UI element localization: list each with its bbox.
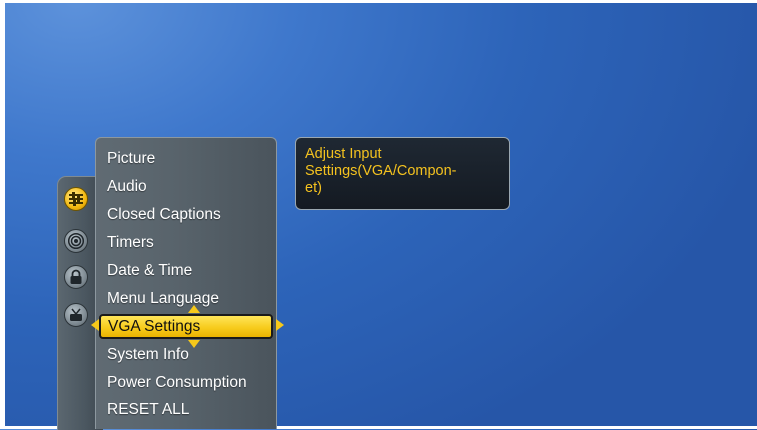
settings-menu-panel: Picture Audio Closed Captions Timers Dat… [95,137,277,429]
arrow-down-icon [188,340,200,348]
help-info-box: Adjust Input Settings(VGA/Compon- et) [295,137,510,210]
help-info-text: Adjust Input Settings(VGA/Compon- et) [305,146,457,196]
screen-border-left [0,0,5,429]
audio-sliders-icon[interactable] [64,187,88,211]
menu-item-date-time[interactable]: Date & Time [107,261,192,281]
menu-item-power-consumption[interactable]: Power Consumption [107,373,247,393]
menu-item-picture[interactable]: Picture [107,149,155,169]
selected-item-label: VGA Settings [108,318,201,335]
menu-item-vga-settings[interactable]: VGA Settings [99,314,273,339]
arrow-left-icon [91,319,99,331]
menu-item-audio[interactable]: Audio [107,177,147,197]
menu-item-menu-language[interactable]: Menu Language [107,289,219,309]
menu-item-closed-captions[interactable]: Closed Captions [107,205,221,225]
tv-menu-screen: Picture Audio Closed Captions Timers Dat… [0,0,757,430]
arrow-up-icon [188,305,200,313]
menu-item-reset-all[interactable]: RESET ALL [107,400,189,420]
screen-border-top [0,0,757,3]
broadcast-signal-icon[interactable] [64,229,88,253]
lock-icon[interactable] [64,265,88,289]
tv-antenna-icon[interactable] [64,303,88,327]
menu-item-system-info[interactable]: System Info [107,345,189,365]
arrow-right-icon [276,319,284,331]
menu-item-timers[interactable]: Timers [107,233,154,253]
